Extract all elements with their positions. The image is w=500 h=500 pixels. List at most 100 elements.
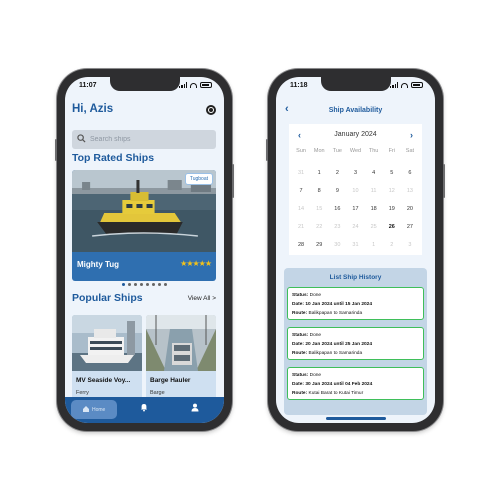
top-rated-title: Top Rated Ships: [72, 152, 155, 164]
calendar-header: ‹ January 2024 ›: [289, 130, 422, 140]
calendar-day[interactable]: 2: [328, 164, 346, 182]
notch: [320, 77, 391, 91]
wifi-icon: [401, 82, 408, 88]
carousel-dot[interactable]: [146, 283, 149, 286]
calendar-day[interactable]: 18: [365, 200, 383, 218]
status-value: Done: [309, 373, 322, 378]
popular-ship-type: Ferry: [76, 390, 89, 396]
calendar-day[interactable]: 1: [310, 164, 328, 182]
weekday-label: Sun: [296, 148, 306, 154]
calendar-day[interactable]: 28: [292, 236, 310, 254]
calendar-day[interactable]: 3: [346, 164, 364, 182]
carousel-dot[interactable]: [128, 283, 131, 286]
ship-type-badge: Tugboat: [184, 173, 213, 185]
calendar-day[interactable]: 27: [401, 218, 419, 236]
user-icon[interactable]: [191, 403, 199, 412]
status-label: Status:: [292, 373, 309, 378]
page-title: Ship Availability: [328, 107, 383, 114]
carousel-dot[interactable]: [134, 283, 137, 286]
search-bar[interactable]: [72, 130, 216, 149]
ferry-image: [72, 315, 142, 371]
calendar-day[interactable]: 8: [310, 182, 328, 200]
status-label: Status:: [292, 333, 309, 338]
weekday-label: Mon: [313, 148, 325, 154]
weekday-label: Wed: [349, 148, 362, 154]
route-label: Route:: [292, 351, 308, 356]
calendar-day[interactable]: 16: [328, 200, 346, 218]
featured-ship-name: Mighty Tug: [77, 260, 120, 269]
calendar-day[interactable]: 9: [328, 182, 346, 200]
popular-ship-card[interactable]: Barge Hauler Barge: [146, 315, 216, 405]
battery-icon: [200, 82, 212, 88]
carousel-indicator[interactable]: [65, 283, 224, 286]
next-month-icon[interactable]: ›: [410, 130, 413, 140]
featured-ship-card[interactable]: Tugboat Mighty Tug ★★★★★: [72, 170, 216, 281]
popular-ship-card[interactable]: MV Seaside Voy... Ferry: [72, 315, 142, 405]
calendar-day: 22: [316, 224, 323, 230]
popular-ship-name: MV Seaside Voy...: [76, 377, 131, 384]
route-value: Kutai Barat to Kutai Timur: [308, 391, 364, 396]
calendar-day[interactable]: 5: [383, 164, 401, 182]
calendar-day: 11: [370, 188, 377, 194]
calendar-day[interactable]: 29: [310, 236, 328, 254]
search-input[interactable]: [90, 130, 212, 149]
carousel-dot[interactable]: [152, 283, 155, 286]
carousel-dot[interactable]: [140, 283, 143, 286]
popular-ship-name: Barge Hauler: [150, 377, 191, 384]
calendar-day: 14: [298, 206, 305, 212]
calendar-day[interactable]: 19: [383, 200, 401, 218]
calendar-day[interactable]: 20: [401, 200, 419, 218]
calendar-day: 30: [334, 242, 341, 248]
date-label: Date:: [292, 382, 304, 387]
rating-stars: ★★★★★: [180, 259, 212, 268]
status-icons: [179, 82, 212, 88]
date-label: Date:: [292, 302, 304, 307]
calendar-day[interactable]: 7: [292, 182, 310, 200]
calendar-day[interactable]: 6: [401, 164, 419, 182]
calendar-day: 31: [298, 170, 305, 176]
calendar-day: 15: [316, 206, 323, 212]
carousel-dot[interactable]: [164, 283, 167, 286]
date-value: 30 Jan 2024 until 04 Feb 2024: [305, 382, 373, 387]
history-title: List Ship History: [329, 274, 382, 281]
status-time: 11:18: [290, 82, 308, 89]
bottom-nav: Home: [65, 397, 224, 423]
calendar-day[interactable]: 26: [383, 218, 401, 236]
availability-screen: 11:18 ‹ Ship Availability ‹ January 2024…: [276, 77, 435, 423]
calendar-day: 25: [370, 224, 377, 230]
nav-home-label: Home: [92, 407, 106, 413]
date-value: 20 Jan 2024 until 25 Jan 2024: [305, 342, 373, 347]
calendar: ‹ January 2024 › Sun Mon Tue Wed Thu Fri Sat 31…: [289, 124, 422, 255]
status-icons: [390, 82, 423, 88]
barge-image: [146, 315, 216, 371]
home-indicator: [325, 417, 386, 420]
calendar-day: 13: [406, 188, 413, 194]
carousel-dot[interactable]: [122, 283, 125, 286]
route-value: Balikpapan to Samarinda: [308, 311, 363, 316]
greeting: Hi, Azis: [72, 103, 114, 115]
carousel-dot[interactable]: [158, 283, 161, 286]
home-icon: [83, 406, 89, 412]
weekday-label: Tue: [332, 148, 342, 154]
calendar-day[interactable]: 4: [365, 164, 383, 182]
settings-icon[interactable]: [206, 105, 216, 115]
history-item[interactable]: Status: Done Date: 10 Jan 2024 until 15 …: [287, 287, 424, 320]
calendar-day: 21: [298, 224, 305, 230]
popular-ship-type: Barge: [150, 390, 165, 396]
status-time: 11:07: [79, 82, 97, 89]
history-item[interactable]: Status: Done Date: 30 Jan 2024 until 04 …: [287, 367, 424, 400]
signal-icon: [179, 82, 187, 88]
signal-icon: [390, 82, 398, 88]
home-screen: 11:07 Hi, Azis Top Rated Ships: [65, 77, 224, 423]
view-all-link[interactable]: View All >: [188, 295, 216, 302]
status-label: Status:: [292, 293, 309, 298]
weekday-label: Sat: [405, 148, 415, 154]
history-item[interactable]: Status: Done Date: 20 Jan 2024 until 25 …: [287, 327, 424, 360]
calendar-day[interactable]: 17: [346, 200, 364, 218]
search-icon: [77, 134, 86, 143]
bell-icon[interactable]: [140, 403, 148, 412]
status-value: Done: [309, 333, 322, 338]
battery-icon: [411, 82, 423, 88]
nav-home-tab[interactable]: Home: [71, 400, 117, 419]
calendar-grid: Sun Mon Tue Wed Thu Fri Sat 31 1 2 3 4 5 6 7 8 9 10 11 12 13…: [292, 146, 419, 254]
